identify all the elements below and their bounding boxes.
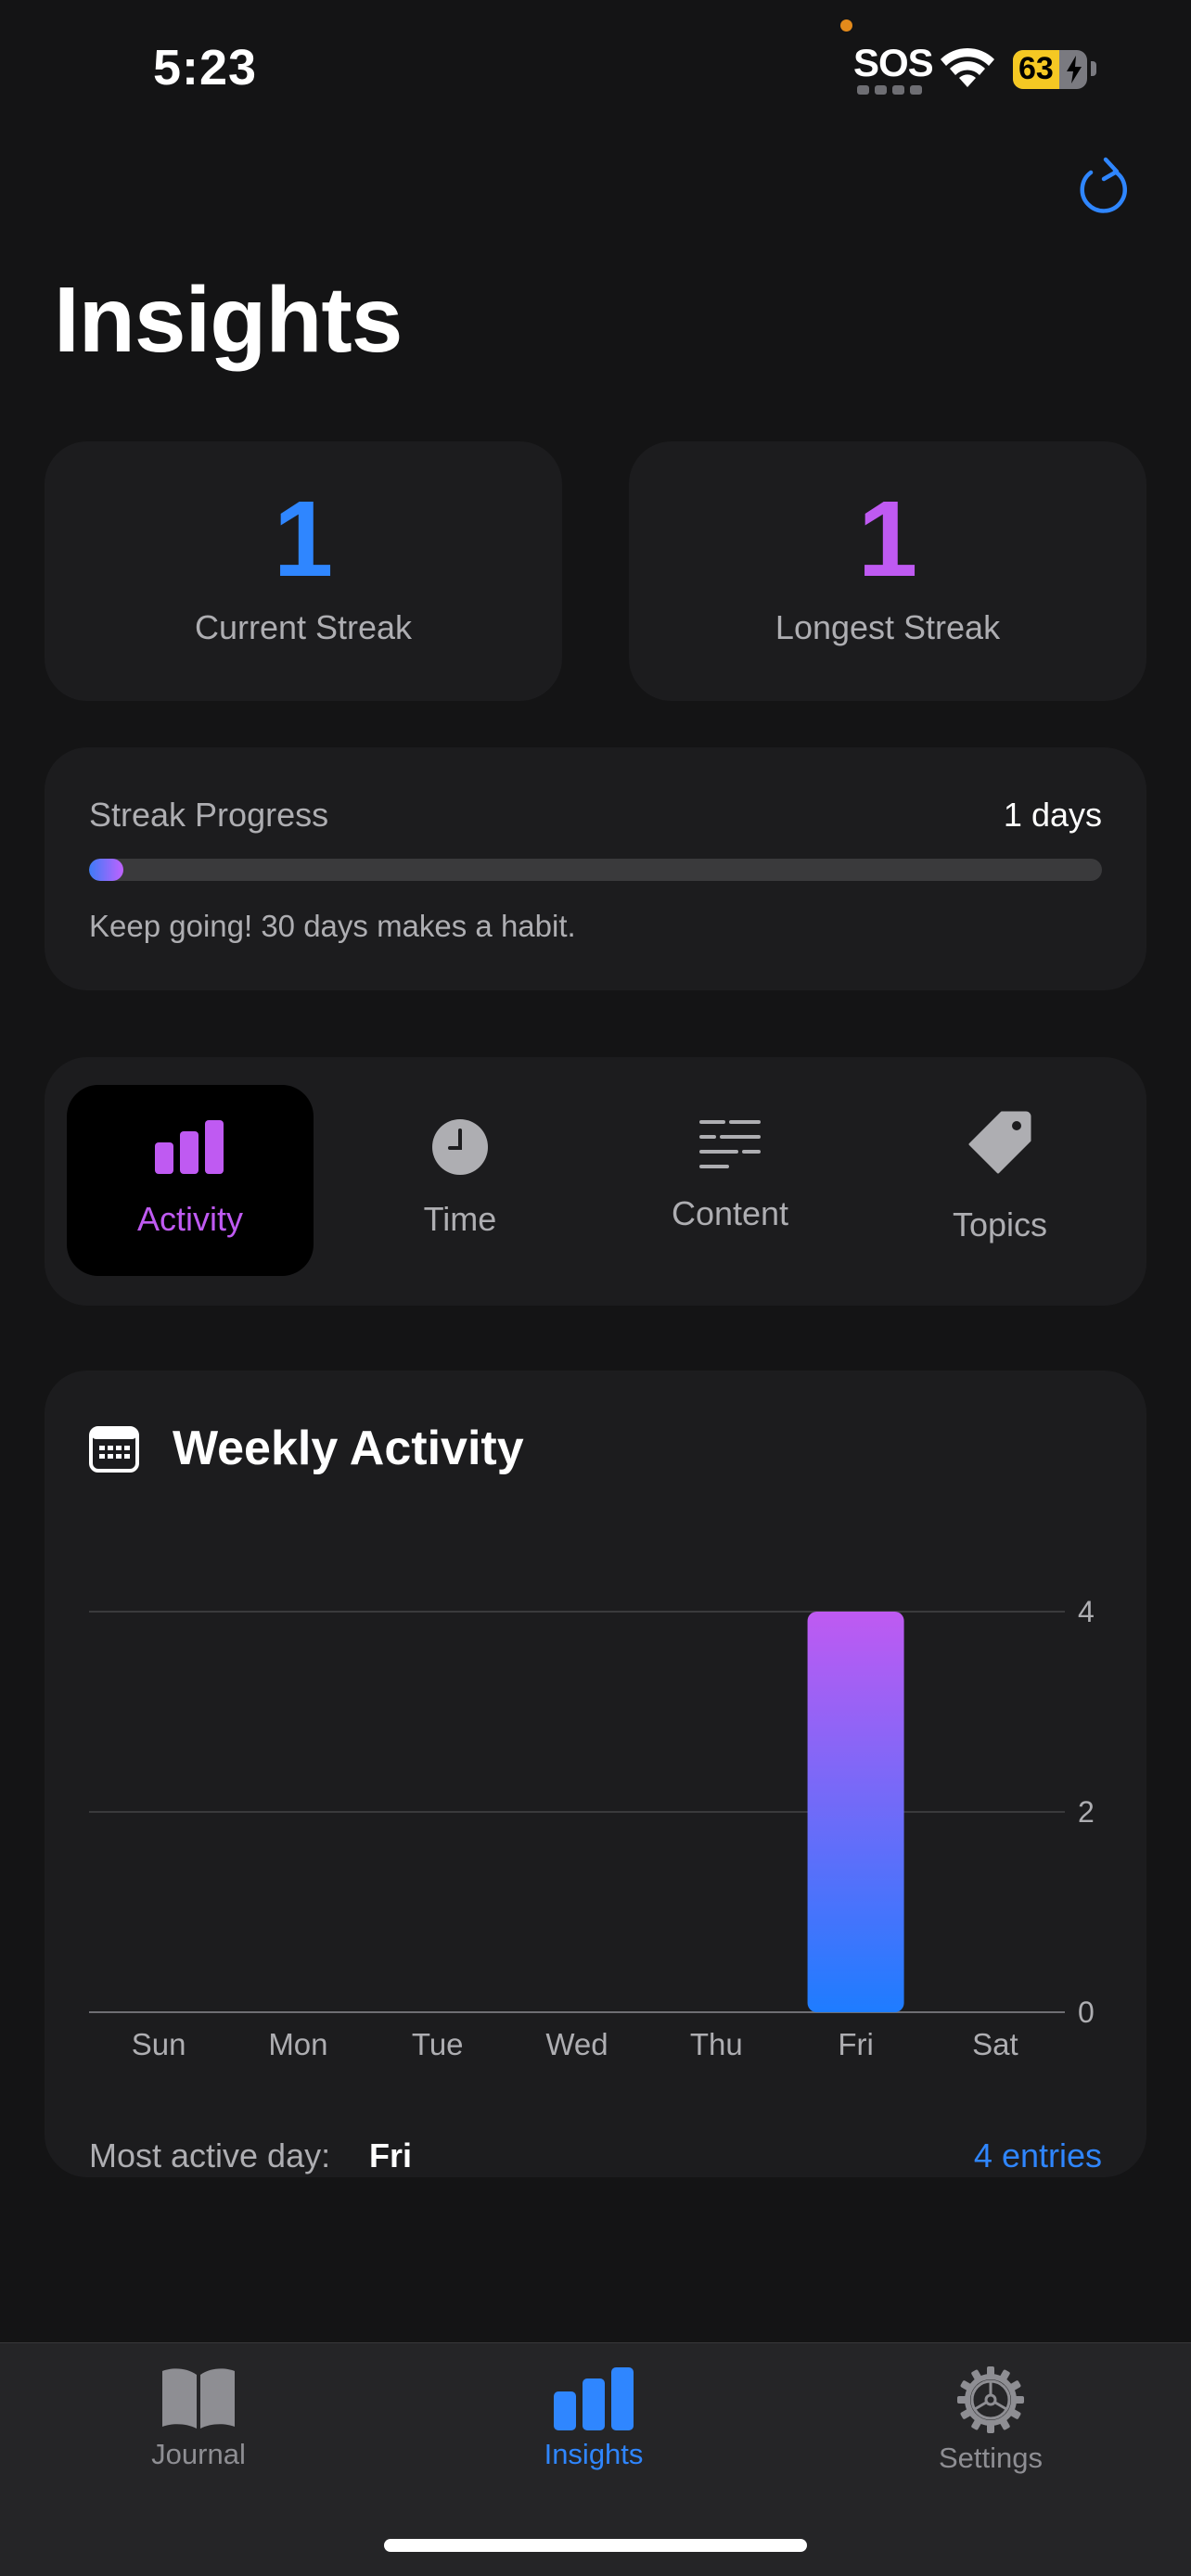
chart-x-tick-label: Mon — [268, 2027, 327, 2061]
tabbar-insights[interactable]: Insights — [455, 2366, 733, 2471]
signal-dots-icon — [857, 85, 922, 95]
tabbar-journal[interactable]: Journal — [59, 2366, 338, 2471]
tabbar-settings[interactable]: Settings — [852, 2366, 1130, 2475]
battery-level: 63 — [1018, 51, 1054, 86]
chart-y-tick-label: 2 — [1078, 1795, 1095, 1829]
streak-progress-hint: Keep going! 30 days makes a habit. — [89, 909, 576, 943]
charging-bolt-icon — [1067, 56, 1082, 83]
sos-indicator: SOS — [853, 41, 934, 84]
tabbar-settings-label: Settings — [938, 2442, 1043, 2474]
most-active-label: Most active day: — [89, 2136, 331, 2174]
gear-icon — [957, 2366, 1024, 2433]
chart-x-tick-label: Fri — [838, 2027, 873, 2061]
longest-streak-value: 1 — [857, 478, 918, 599]
tab-topics[interactable]: Topics — [877, 1085, 1123, 1276]
battery-cap — [1091, 61, 1096, 76]
current-streak-value: 1 — [273, 478, 334, 599]
longest-streak-card: 1 Longest Streak — [629, 441, 1146, 701]
bar-chart-icon — [554, 2367, 634, 2430]
text-lines-icon — [699, 1120, 761, 1168]
tab-time[interactable]: Time — [337, 1085, 583, 1276]
bar-chart-icon — [155, 1120, 224, 1174]
chart-x-tick-label: Sat — [972, 2027, 1018, 2061]
longest-streak-label: Longest Streak — [775, 608, 1001, 646]
chart-bar-fri[interactable] — [807, 1612, 904, 2012]
privacy-indicator-dot — [840, 19, 852, 32]
page-title: Insights — [54, 268, 403, 372]
weekly-activity-card: Weekly Activity 0 2 4 Sun Mon Tue Wed Thu Fri Sat… — [45, 1371, 1146, 2177]
chart-y-tick-label: 4 — [1078, 1595, 1095, 1628]
current-streak-label: Current Streak — [194, 608, 413, 646]
book-icon — [162, 2368, 235, 2429]
current-streak-card: 1 Current Streak — [45, 441, 562, 701]
chart-x-tick-label: Wed — [545, 2027, 608, 2061]
weekly-activity-chart: 0 2 4 Sun Mon Tue Wed Thu Fri Sat — [89, 1595, 1095, 2061]
chart-x-tick-label: Thu — [690, 2027, 743, 2061]
clock-icon — [432, 1119, 488, 1175]
status-time: 5:23 — [153, 40, 258, 96]
tabbar-insights-label: Insights — [544, 2438, 644, 2470]
wifi-icon — [941, 47, 994, 87]
tab-activity-label: Activity — [136, 1200, 243, 1238]
tab-topics-label: Topics — [952, 1205, 1048, 1243]
streak-progress-card: Streak Progress 1 days Keep going! 30 da… — [45, 747, 1146, 990]
streak-progress-fill — [89, 859, 124, 881]
home-indicator — [384, 2539, 807, 2552]
chart-x-tick-label: Sun — [132, 2027, 186, 2061]
tabbar-journal-label: Journal — [151, 2438, 246, 2470]
chart-x-tick-label: Tue — [412, 2027, 464, 2061]
status-bar: 5:23 SOS 63 — [0, 0, 1191, 139]
streak-progress-days: 1 days — [1003, 796, 1102, 834]
arrow-clockwise-icon[interactable] — [1074, 156, 1132, 217]
most-active-entries: 4 entries — [973, 2136, 1102, 2174]
streak-progress-bar — [89, 859, 1102, 881]
streak-progress-label: Streak Progress — [89, 796, 329, 834]
tag-icon — [968, 1111, 1031, 1174]
most-active-day: Fri — [369, 2136, 413, 2174]
insights-segment-control: Activity Time Content Topics — [45, 1057, 1146, 1306]
tab-content-label: Content — [671, 1194, 789, 1232]
tab-content[interactable]: Content — [607, 1085, 853, 1276]
tab-time-label: Time — [423, 1200, 497, 1238]
battery-icon: 63 — [1013, 50, 1087, 89]
chart-y-tick-label: 0 — [1078, 1996, 1095, 2029]
tab-activity[interactable]: Activity — [67, 1085, 314, 1276]
